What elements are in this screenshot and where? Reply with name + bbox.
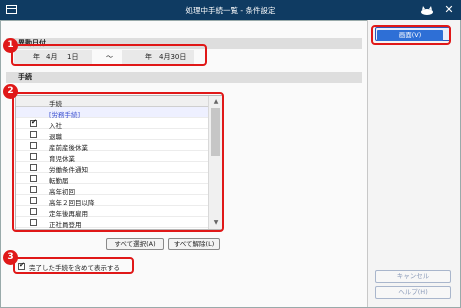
callout-option-box (13, 257, 134, 274)
clear-all-button[interactable]: すべて解除(L) (168, 238, 220, 250)
window-title: 処理中手続一覧 - 条件設定 (185, 6, 276, 15)
section-procedures-header: 手続 (6, 72, 362, 83)
callout-badge-1: 1 (3, 38, 18, 53)
select-all-button[interactable]: すべて選択(A) (106, 238, 164, 250)
help-button[interactable]: ヘルプ(H) (375, 286, 451, 299)
callout-badge-3: 3 (3, 250, 18, 265)
callout-list-box (12, 92, 224, 232)
callout-date-box (11, 44, 207, 66)
cat-logo-icon (421, 6, 433, 15)
close-icon[interactable]: ✕ (440, 2, 458, 18)
title-bar: 処理中手続一覧 - 条件設定 ✕ (0, 0, 461, 20)
callout-badge-2: 2 (3, 84, 18, 99)
cancel-button[interactable]: キャンセル (375, 270, 451, 283)
side-panel (367, 20, 460, 307)
callout-show-box (371, 25, 451, 45)
